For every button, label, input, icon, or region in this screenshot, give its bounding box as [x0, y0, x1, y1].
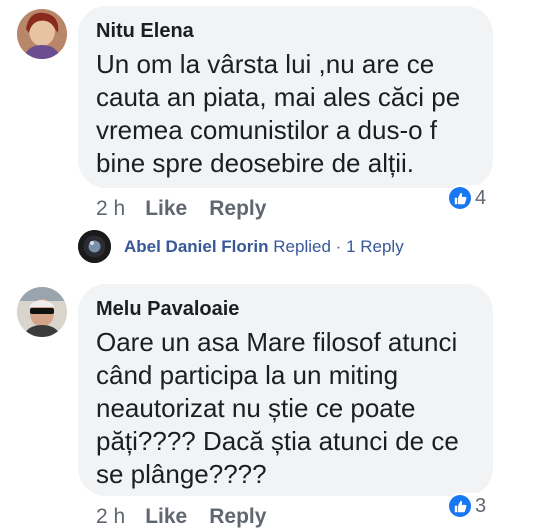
like-icon: [449, 495, 471, 517]
avatar-abel-daniel-florin[interactable]: [78, 230, 111, 263]
separator-dot: ·: [335, 237, 342, 256]
profile-photo-icon: [17, 287, 67, 337]
comment-actions: 2 h Like Reply: [96, 505, 288, 529]
reply-count: 1 Reply: [346, 237, 404, 256]
avatar-nitu-elena[interactable]: [17, 9, 67, 59]
comment-timestamp[interactable]: 2 h: [96, 505, 125, 529]
reaction-count: 4: [475, 186, 487, 209]
comment-author[interactable]: Nitu Elena: [96, 18, 475, 44]
reaction-badge[interactable]: 4: [448, 185, 489, 211]
comment-actions: 2 h Like Reply: [96, 197, 288, 221]
profile-photo-icon: [78, 230, 111, 263]
reply-button[interactable]: Reply: [209, 505, 266, 529]
reaction-badge[interactable]: 3: [448, 493, 489, 519]
like-button[interactable]: Like: [145, 505, 187, 529]
comment-text: Oare un asa Mare filosof atunci când par…: [96, 327, 459, 489]
comment-author[interactable]: Melu Pavaloaie: [96, 296, 475, 322]
like-button[interactable]: Like: [145, 197, 187, 221]
avatar-melu-pavaloaie[interactable]: [17, 287, 67, 337]
comment-timestamp[interactable]: 2 h: [96, 197, 125, 221]
comment-bubble: Nitu Elena Un om la vârsta lui ,nu are c…: [78, 6, 493, 188]
replies-summary[interactable]: Abel Daniel Florin Replied · 1 Reply: [124, 237, 404, 257]
replier-name: Abel Daniel Florin: [124, 237, 269, 256]
replied-label: Replied: [273, 237, 331, 256]
like-icon: [449, 187, 471, 209]
reply-button[interactable]: Reply: [209, 197, 266, 221]
comment-text: Un om la vârsta lui ,nu are ce cauta an …: [96, 49, 461, 178]
profile-photo-icon: [17, 9, 67, 59]
reaction-count: 3: [475, 494, 487, 517]
comment-bubble: Melu Pavaloaie Oare un asa Mare filosof …: [78, 284, 493, 496]
